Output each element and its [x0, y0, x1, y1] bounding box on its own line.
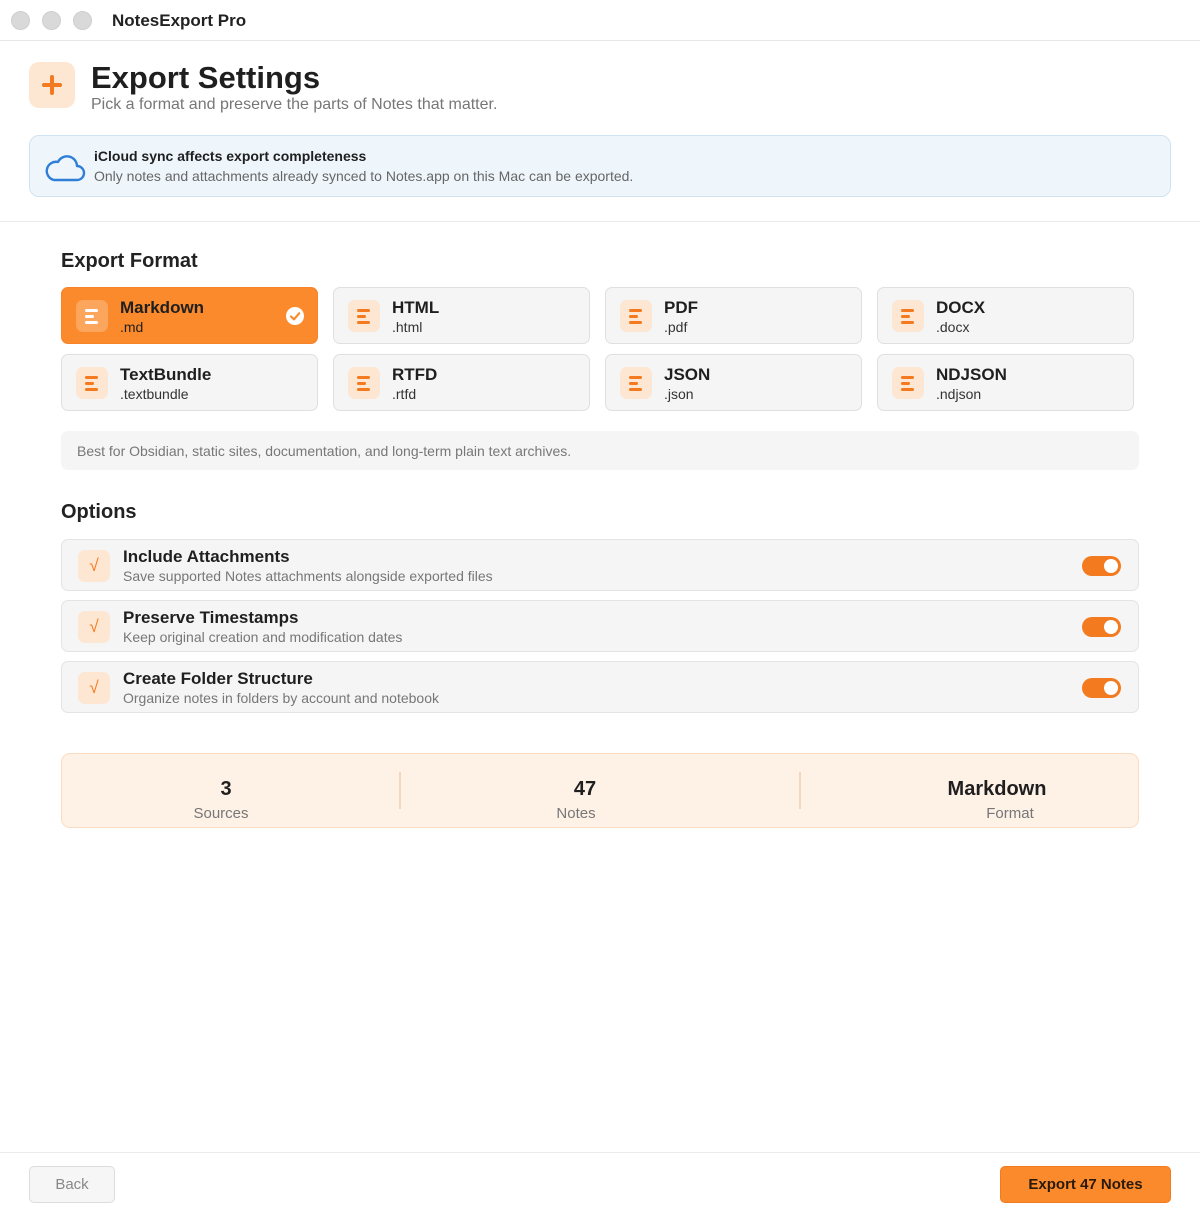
format-name: DOCX: [936, 298, 986, 317]
format-name: Markdown: [120, 298, 205, 317]
checkmark-circle-icon: [286, 307, 304, 325]
document-icon: [348, 300, 380, 332]
option-description: Save supported Notes attachments alongsi…: [123, 568, 493, 584]
banner-text: Only notes and attachments already synce…: [94, 168, 634, 184]
export-format-heading: Export Format: [61, 250, 198, 272]
close-window-button[interactable]: [11, 11, 30, 30]
banner-title: iCloud sync affects export completeness: [94, 148, 367, 164]
format-name: JSON: [664, 365, 711, 384]
notes-label: Notes: [556, 805, 596, 822]
option-include-attachments: √ Include Attachments Save supported Not…: [61, 539, 1139, 591]
format-card-json[interactable]: JSON .json: [605, 354, 862, 411]
option-create-folder-structure: √ Create Folder Structure Organize notes…: [61, 661, 1139, 713]
document-icon: [620, 367, 652, 399]
document-icon: [76, 300, 108, 332]
section-divider: [0, 221, 1200, 222]
format-extension: .docx: [936, 319, 970, 335]
format-extension: .textbundle: [120, 386, 189, 402]
preserve-timestamps-toggle[interactable]: [1082, 617, 1121, 637]
format-name: HTML: [392, 298, 440, 317]
export-button[interactable]: Export 47 Notes: [1000, 1166, 1171, 1203]
format-extension: .html: [392, 319, 423, 335]
document-icon: [76, 367, 108, 399]
notes-count: 47: [573, 778, 597, 800]
format-card-markdown[interactable]: Markdown .md: [61, 287, 318, 344]
page-subtitle: Pick a format and preserve the parts of …: [91, 96, 498, 113]
summary-divider: [399, 772, 401, 809]
export-summary: 3 Sources 47 Notes Markdown Format: [61, 753, 1139, 828]
format-extension: .json: [664, 386, 694, 402]
format-extension: .ndjson: [936, 386, 982, 402]
format-name: RTFD: [392, 365, 438, 384]
back-button[interactable]: Back: [29, 1166, 115, 1203]
option-title: Include Attachments: [123, 547, 290, 566]
document-icon: [892, 367, 924, 399]
format-name: TextBundle: [120, 365, 212, 384]
format-extension: .rtfd: [392, 386, 417, 402]
option-description: Keep original creation and modification …: [123, 629, 403, 645]
sources-count: 3: [220, 778, 232, 800]
app-title: NotesExport Pro: [112, 11, 247, 30]
page-title: Export Settings: [91, 60, 321, 95]
options-heading: Options: [61, 501, 137, 523]
plus-icon: [29, 62, 75, 108]
format-card-textbundle[interactable]: TextBundle .textbundle: [61, 354, 318, 411]
summary-divider: [799, 772, 801, 809]
icloud-info-banner: iCloud sync affects export completeness …: [29, 135, 1171, 197]
option-title: Preserve Timestamps: [123, 608, 299, 627]
cloud-icon: [45, 155, 86, 182]
format-card-ndjson[interactable]: NDJSON .ndjson: [877, 354, 1134, 411]
checkmark-icon: √: [78, 672, 110, 704]
sources-label: Sources: [193, 805, 249, 822]
option-preserve-timestamps: √ Preserve Timestamps Keep original crea…: [61, 600, 1139, 652]
format-name: PDF: [664, 298, 698, 317]
format-description-text: Best for Obsidian, static sites, documen…: [77, 443, 572, 459]
document-icon: [348, 367, 380, 399]
format-name: NDJSON: [936, 365, 1007, 384]
footer-divider: [0, 1152, 1200, 1153]
checkmark-icon: √: [78, 611, 110, 643]
create-folder-structure-toggle[interactable]: [1082, 678, 1121, 698]
format-description: Best for Obsidian, static sites, documen…: [61, 431, 1139, 470]
format-extension: .pdf: [664, 319, 688, 335]
document-icon: [620, 300, 652, 332]
title-bar: NotesExport Pro: [0, 0, 1200, 41]
minimize-window-button[interactable]: [42, 11, 61, 30]
include-attachments-toggle[interactable]: [1082, 556, 1121, 576]
format-card-pdf[interactable]: PDF .pdf: [605, 287, 862, 344]
format-card-docx[interactable]: DOCX .docx: [877, 287, 1134, 344]
format-card-html[interactable]: HTML .html: [333, 287, 590, 344]
option-description: Organize notes in folders by account and…: [123, 690, 439, 706]
format-card-rtfd[interactable]: RTFD .rtfd: [333, 354, 590, 411]
checkmark-icon: √: [78, 550, 110, 582]
option-title: Create Folder Structure: [123, 669, 313, 688]
document-icon: [892, 300, 924, 332]
zoom-window-button[interactable]: [73, 11, 92, 30]
format-extension: .md: [120, 319, 144, 335]
format-value: Markdown: [947, 778, 1047, 800]
format-label: Format: [986, 805, 1034, 822]
